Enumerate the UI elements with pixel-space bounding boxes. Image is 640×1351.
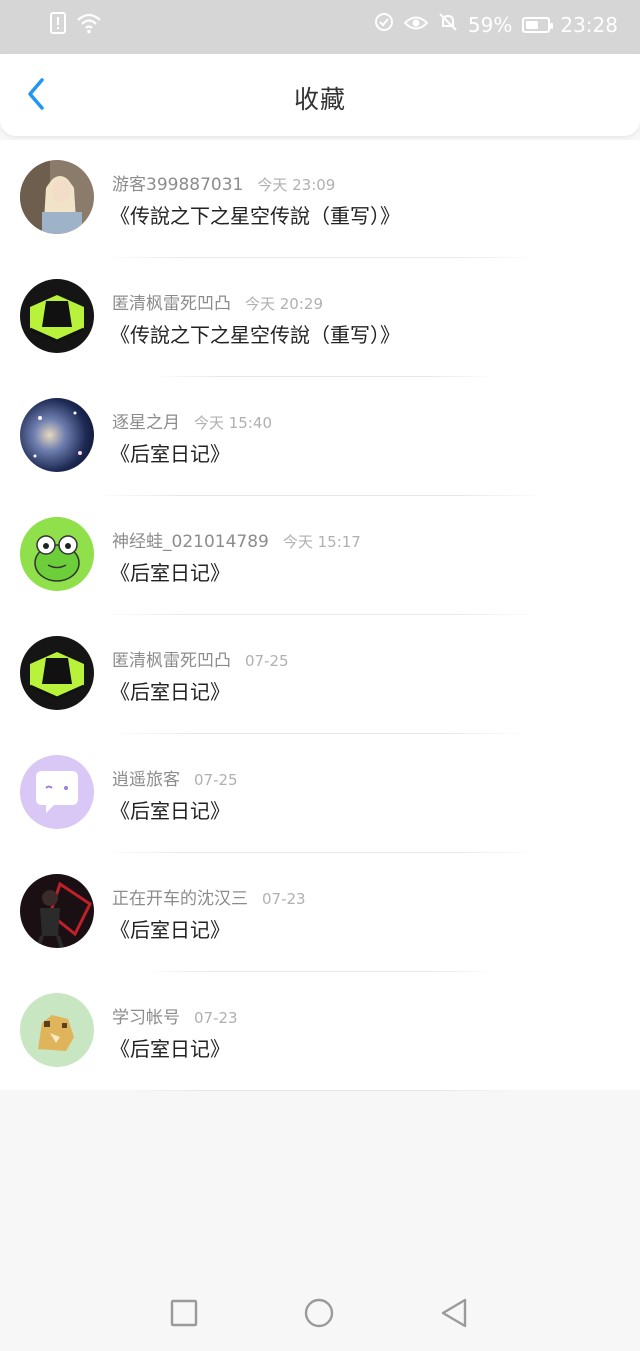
timestamp: 07-23 bbox=[262, 890, 306, 908]
divider bbox=[90, 495, 550, 496]
list-item[interactable]: 逐星之月 今天 15:40 《后室日记》 bbox=[0, 378, 640, 496]
avatar[interactable] bbox=[20, 755, 94, 829]
battery-percent: 59% bbox=[467, 12, 513, 37]
recent-apps-button[interactable] bbox=[168, 1297, 200, 1329]
list-item[interactable]: 逍遥旅客 07-25 《后室日记》 bbox=[0, 735, 640, 853]
username[interactable]: 匿清枫雷死凹凸 bbox=[112, 294, 231, 314]
divider bbox=[150, 376, 500, 377]
home-icon bbox=[302, 1298, 336, 1335]
page-title: 收藏 bbox=[293, 85, 346, 114]
list-item[interactable]: 匿清枫雷死凹凸 今天 20:29 《传說之下之星空传說（重写）》 bbox=[0, 259, 640, 377]
nav-back-button[interactable] bbox=[438, 1297, 470, 1329]
status-bar: 59% 23:28 bbox=[0, 0, 640, 54]
sim-alert-icon bbox=[50, 12, 66, 38]
timestamp: 07-25 bbox=[194, 771, 238, 789]
username[interactable]: 神经蛙_021014789 bbox=[112, 532, 269, 552]
list-item[interactable]: 匿清枫雷死凹凸 07-25 《后室日记》 bbox=[0, 616, 640, 734]
book-title[interactable]: 《传說之下之星空传說（重写）》 bbox=[110, 319, 400, 348]
username[interactable]: 匿清枫雷死凹凸 bbox=[112, 651, 231, 671]
username[interactable]: 正在开车的沈汉三 bbox=[112, 889, 248, 909]
timestamp: 今天 23:09 bbox=[257, 176, 336, 194]
favorites-list: 游客399887031 今天 23:09 《传說之下之星空传說（重写）》 匿清枫雷… bbox=[0, 140, 640, 1091]
mute-icon bbox=[438, 12, 458, 37]
divider bbox=[100, 852, 540, 853]
timestamp: 今天 15:40 bbox=[194, 414, 272, 432]
list-item[interactable]: 游客399887031 今天 23:09 《传說之下之星空传說（重写）》 bbox=[0, 140, 640, 258]
username[interactable]: 逐星之月 bbox=[112, 413, 180, 433]
list-item[interactable]: 学习帐号 07-23 《后室日记》 bbox=[0, 973, 640, 1091]
wifi-icon bbox=[76, 12, 102, 38]
back-icon bbox=[438, 1298, 470, 1333]
system-nav-bar bbox=[0, 1275, 640, 1351]
recent-apps-icon bbox=[168, 1299, 200, 1333]
divider bbox=[120, 1090, 520, 1091]
timestamp: 今天 15:17 bbox=[282, 533, 361, 551]
list-item[interactable]: 正在开车的沈汉三 07-23 《后室日记》 bbox=[0, 854, 640, 972]
book-title[interactable]: 《后室日记》 bbox=[110, 914, 230, 943]
username[interactable]: 逍遥旅客 bbox=[112, 770, 180, 790]
book-title[interactable]: 《后室日记》 bbox=[110, 795, 230, 824]
book-title[interactable]: 《后室日记》 bbox=[110, 557, 230, 586]
timestamp: 今天 20:29 bbox=[245, 295, 323, 313]
avatar[interactable] bbox=[20, 160, 94, 234]
timestamp: 07-23 bbox=[194, 1009, 238, 1027]
divider bbox=[110, 733, 530, 734]
list-item[interactable]: 神经蛙_021014789 今天 15:17 《后室日记》 bbox=[0, 497, 640, 615]
divider bbox=[100, 257, 540, 258]
username[interactable]: 学习帐号 bbox=[112, 1008, 180, 1028]
eye-icon bbox=[403, 13, 429, 37]
timestamp: 07-25 bbox=[245, 652, 289, 670]
home-button[interactable] bbox=[302, 1297, 334, 1329]
book-title[interactable]: 《后室日记》 bbox=[110, 676, 230, 705]
battery-icon bbox=[522, 16, 554, 33]
avatar[interactable] bbox=[20, 517, 94, 591]
avatar[interactable] bbox=[20, 279, 94, 353]
book-title[interactable]: 《后室日记》 bbox=[110, 438, 230, 467]
vpn-icon bbox=[374, 12, 394, 37]
avatar[interactable] bbox=[20, 398, 94, 472]
book-title[interactable]: 《后室日记》 bbox=[110, 1033, 230, 1062]
clock: 23:28 bbox=[560, 12, 618, 37]
book-title[interactable]: 《传說之下之星空传說（重写）》 bbox=[110, 200, 400, 229]
divider bbox=[140, 971, 500, 972]
username[interactable]: 游客399887031 bbox=[112, 175, 243, 195]
divider bbox=[100, 614, 540, 615]
app-header: 收藏 bbox=[0, 54, 640, 136]
avatar[interactable] bbox=[20, 636, 94, 710]
avatar[interactable] bbox=[20, 993, 94, 1067]
avatar[interactable] bbox=[20, 874, 94, 948]
